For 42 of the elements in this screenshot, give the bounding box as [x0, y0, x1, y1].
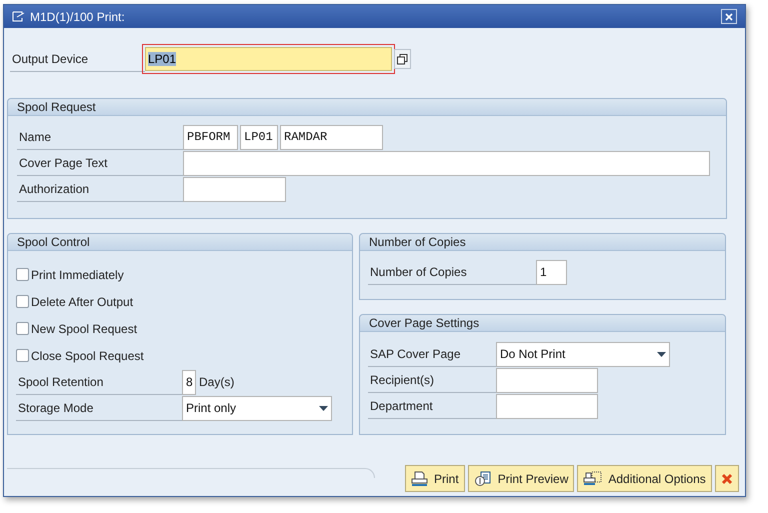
toolbar-button[interactable]: Print Preview — [468, 465, 574, 492]
input-field[interactable]: LP01 — [240, 124, 278, 150]
dropdown[interactable]: Do Not Print — [496, 342, 670, 366]
printer-options-icon — [583, 470, 602, 486]
dialog-icon — [12, 11, 25, 22]
checkbox[interactable] — [16, 295, 29, 308]
document-magnifier-icon — [474, 470, 492, 486]
input-field[interactable]: PBFORM — [183, 124, 238, 150]
group-title: Number of Copies — [360, 234, 725, 251]
input-field[interactable] — [496, 368, 598, 392]
close-icon — [725, 12, 733, 20]
toolbar-button[interactable]: Additional Options — [577, 465, 712, 492]
checkbox[interactable] — [16, 349, 29, 362]
output-device-field[interactable]: LP01 — [145, 47, 392, 71]
checkbox-label: Delete After Output — [31, 294, 134, 310]
toolbar-button[interactable]: Print — [405, 465, 465, 492]
cancel-button[interactable] — [714, 465, 739, 492]
input-field[interactable] — [183, 150, 710, 176]
window-title: M1D(1)/100 Print: — [30, 8, 125, 26]
checkbox[interactable] — [16, 268, 29, 281]
input-field[interactable]: RAMDAR — [280, 124, 383, 150]
checkbox-label: Close Spool Request — [31, 348, 144, 364]
group-title: Cover Page Settings — [360, 315, 725, 332]
checkbox[interactable] — [16, 322, 29, 335]
unit-label: Day(s) — [199, 374, 234, 391]
input-field[interactable]: 8 — [182, 370, 196, 394]
value-help-button[interactable] — [394, 49, 411, 69]
caret-icon — [657, 352, 666, 356]
group-title: Spool Control — [8, 234, 352, 251]
checkbox-label: Print Immediately — [31, 266, 124, 284]
input-field[interactable]: 1 — [536, 260, 567, 284]
dropdown[interactable]: Print only — [182, 396, 332, 420]
close-button[interactable] — [721, 9, 737, 24]
group-title: Spool Request — [8, 99, 726, 116]
copy-icon — [397, 54, 408, 64]
caret-icon — [319, 406, 328, 410]
checkbox-label: New Spool Request — [31, 320, 138, 338]
input-field[interactable] — [183, 176, 286, 202]
input-field[interactable] — [496, 394, 598, 418]
close-icon — [720, 472, 733, 484]
printer-icon — [411, 471, 428, 486]
field-value: LP01 — [148, 52, 176, 66]
